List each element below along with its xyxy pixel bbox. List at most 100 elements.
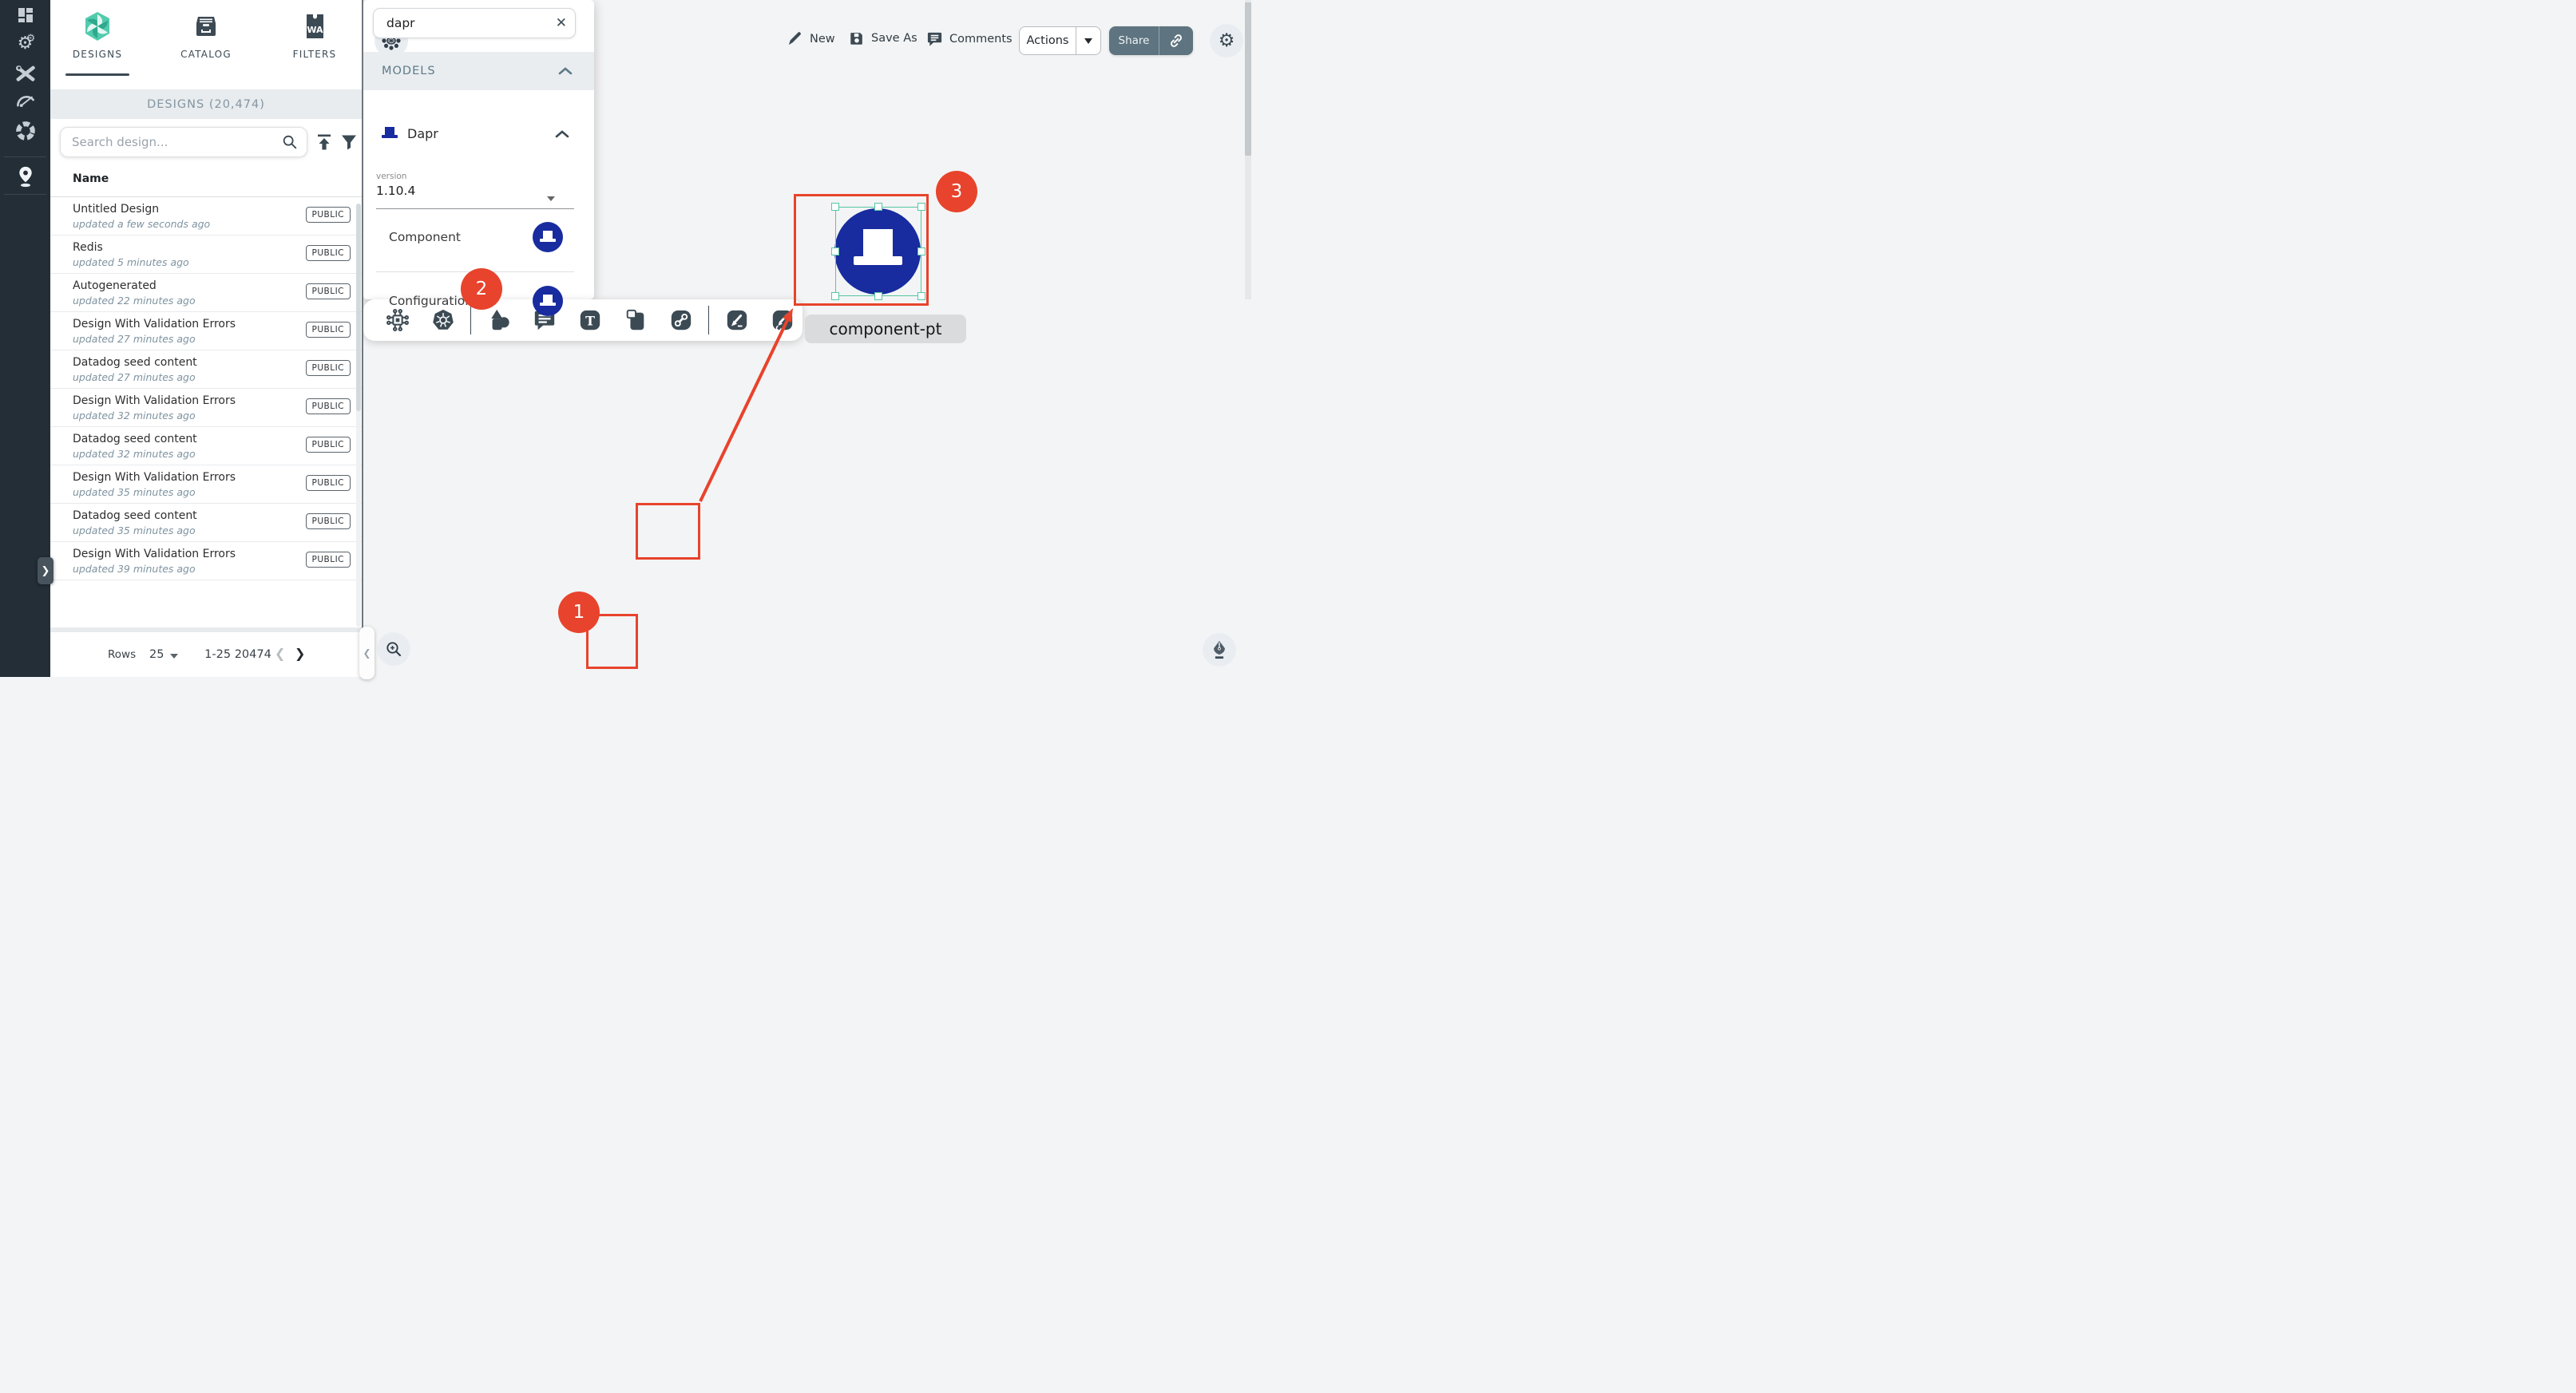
node-label: component-pt [805,315,966,343]
design-name: Autogenerated [73,279,157,292]
kubernetes-tool-icon[interactable] [431,308,455,332]
list-scrollbar-thumb[interactable] [356,204,361,411]
list-item[interactable]: Datadog seed content updated 27 minutes … [50,350,362,389]
filters-wasm-icon: WA [271,11,359,42]
sidebar-item-dashboard[interactable] [0,2,50,29]
rows-per-page-caret-icon[interactable] [170,654,178,659]
sidebar-item-extensions[interactable] [0,117,50,144]
tab-catalog[interactable]: CATALOG [162,11,250,60]
column-header-name: Name [73,172,109,185]
pen-tool-icon[interactable] [725,308,749,332]
zoom-button[interactable] [377,632,410,666]
list-item[interactable]: Datadog seed content updated 35 minutes … [50,504,362,542]
list-item[interactable]: Datadog seed content updated 32 minutes … [50,427,362,465]
shapes-tool-icon[interactable] [487,308,511,332]
sidebar-item-kanvas[interactable] [0,160,50,193]
sidebar-item-performance[interactable] [0,87,50,114]
upload-icon [318,135,331,137]
share-button[interactable]: Share [1109,26,1193,55]
version-select[interactable]: 1.10.4 [376,184,415,198]
catalog-archive-icon [162,11,250,42]
note-tool-icon[interactable] [624,308,648,332]
component-shape-icon[interactable] [533,222,563,252]
model-dapr-label: Dapr [407,126,438,141]
next-page-button[interactable]: ❯ [295,646,305,661]
caret-down-icon [1084,38,1092,44]
save-icon [849,30,865,46]
location-pin-icon [15,164,36,188]
copy-link-button[interactable] [1159,26,1193,55]
import-design-button[interactable] [315,133,334,152]
sidebar-expand-button[interactable]: ❯ [38,557,54,584]
zoom-in-icon [384,639,403,659]
mesh-ring-icon [14,120,37,142]
design-updated: updated 35 minutes ago [73,524,196,536]
dapr-collapse-icon[interactable] [555,129,569,139]
models-section-label: MODELS [382,65,436,77]
list-item[interactable]: Redis updated 5 minutes ago PUBLIC [50,235,362,274]
configuration-item-label: Configuration [389,294,473,299]
pen-mode-button[interactable] [1203,633,1236,667]
rows-per-page-value[interactable]: 25 [149,648,164,661]
list-item[interactable]: Untitled Design updated a few seconds ag… [50,197,362,235]
new-button[interactable]: New [787,30,835,47]
active-tab-underline [65,73,129,76]
tab-designs[interactable]: DESIGNS [54,11,141,60]
design-canvas[interactable]: New Save As Comments Actions Share [363,0,1252,677]
design-search-input[interactable] [72,135,281,149]
visibility-badge: PUBLIC [306,513,351,529]
previous-page-button[interactable]: ❮ [275,646,285,661]
list-item[interactable]: Design With Validation Errors updated 35… [50,465,362,504]
new-label: New [810,33,835,46]
rail-divider [4,194,46,195]
sidebar-item-configuration[interactable] [0,60,50,87]
comments-button[interactable]: Comments [926,30,1013,47]
visibility-badge: PUBLIC [306,437,351,453]
list-item[interactable]: Design With Validation Errors updated 32… [50,389,362,427]
tab-filters-label: FILTERS [271,49,359,60]
list-item[interactable]: Design With Validation Errors updated 39… [50,542,362,580]
designs-count-header: DESIGNS (20,474) [50,89,362,119]
annotation-box-component [636,503,700,560]
design-updated: updated a few seconds ago [73,218,210,230]
version-select-underline [376,208,574,209]
toolbar-divider [708,306,709,334]
actions-button[interactable]: Actions [1019,26,1101,55]
design-name: Redis [73,241,103,254]
component-item-label: Component [389,230,461,244]
dapr-hat-icon [379,126,400,142]
visibility-badge: PUBLIC [306,322,351,338]
sidebar-item-lifecycle[interactable]: ⚙ ⚙ [0,30,50,57]
filter-designs-button[interactable] [339,133,359,152]
design-name: Datadog seed content [73,509,197,522]
text-tool-icon[interactable]: T [578,308,602,332]
model-search-field: ✕ [373,8,576,38]
pencil-draw-tool-icon[interactable] [771,308,795,332]
design-updated: updated 22 minutes ago [73,295,196,307]
list-item[interactable]: Autogenerated updated 22 minutes ago PUB… [50,274,362,312]
settings-button[interactable]: ⚙ [1210,24,1243,57]
list-item[interactable]: Design With Validation Errors updated 27… [50,312,362,350]
designs-spiral-icon [54,11,141,42]
design-name: Design With Validation Errors [73,471,236,484]
clear-search-icon[interactable]: ✕ [556,15,567,31]
version-caret-icon[interactable] [547,196,555,201]
share-label: Share [1109,26,1159,55]
pagination-range: 1-25 20474 [194,648,282,661]
tools-icon [15,63,36,84]
models-collapse-icon[interactable] [558,66,573,76]
relationship-tool-icon[interactable] [669,308,693,332]
design-name: Design With Validation Errors [73,318,236,330]
actions-dropdown-button[interactable] [1076,27,1100,54]
gear-small-icon: ⚙ [26,33,36,45]
component-tool-icon[interactable] [386,308,410,332]
configuration-shape-icon[interactable] [533,286,563,299]
drawer-collapse-handle[interactable]: ❮ [359,627,375,679]
model-dapr-row[interactable]: Dapr [363,118,587,150]
annotation-step-3: 3 [936,171,977,212]
tab-filters[interactable]: WA FILTERS [271,11,359,60]
save-as-button[interactable]: Save As [849,30,917,46]
design-updated: updated 27 minutes ago [73,371,196,383]
actions-label: Actions [1020,27,1076,54]
model-search-input[interactable] [386,16,556,30]
